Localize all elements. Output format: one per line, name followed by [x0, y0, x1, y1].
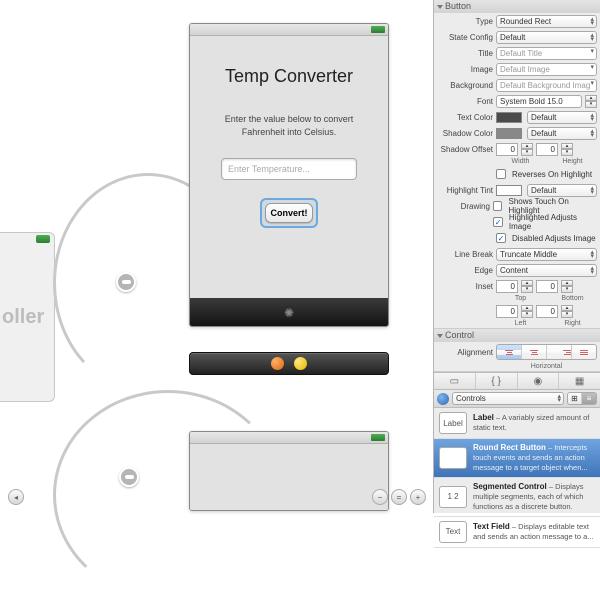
status-bar [190, 432, 388, 444]
library-filter-popup[interactable]: Controls▴▾ [452, 392, 564, 405]
horizontal-alignment-segment[interactable] [496, 344, 597, 360]
status-bar [190, 24, 388, 36]
library-item-desc: Round Rect Button – Intercepts touch eve… [473, 443, 595, 473]
library-list[interactable]: Label Label – A variably sized amount of … [434, 408, 600, 548]
highlight-tint-well[interactable] [496, 185, 522, 196]
zoom-in-button[interactable]: + [410, 489, 426, 505]
simulated-iphone-view[interactable]: Temp Converter Enter the value below to … [189, 23, 389, 327]
text-color-well[interactable] [496, 112, 522, 123]
file-template-tab[interactable]: ▭ [434, 373, 476, 389]
shadow-height-stepper[interactable]: ▴▾ [561, 143, 573, 156]
type-popup[interactable]: Rounded Rect▴▾ [496, 15, 597, 28]
disclosure-triangle-icon [437, 5, 443, 9]
shadow-width-field[interactable]: 0 [496, 143, 518, 156]
battery-icon [371, 434, 385, 441]
inset-bottom-field[interactable]: 0 [536, 280, 558, 293]
control-section-header[interactable]: Control [434, 329, 600, 342]
align-center-button[interactable] [522, 345, 547, 359]
canvas-toolbar: ◂ − = + [2, 489, 432, 507]
zoom-out-button[interactable]: − [372, 489, 388, 505]
text-color-popup[interactable]: Default▴▾ [527, 111, 597, 124]
inspector-panel: Button TypeRounded Rect▴▾ State ConfigDe… [433, 0, 600, 513]
library-item-thumb [439, 447, 467, 469]
view-body[interactable]: Temp Converter Enter the value below to … [190, 36, 388, 298]
convert-button[interactable]: Convert! [265, 203, 313, 223]
shadow-color-well[interactable] [496, 128, 522, 139]
object-library-tab[interactable]: ◉ [518, 373, 560, 389]
code-snippet-tab[interactable]: { } [476, 373, 518, 389]
tab-bar[interactable]: ✺ [190, 298, 388, 327]
line-break-popup[interactable]: Truncate Middle▴▾ [496, 248, 597, 261]
align-right-button[interactable] [547, 345, 572, 359]
library-item-desc: Segmented Control – Displays multiple se… [473, 482, 595, 512]
inset-top-field[interactable]: 0 [496, 280, 518, 293]
library-item-desc: Label – A variably sized amount of stati… [473, 413, 595, 433]
reverses-checkbox[interactable] [496, 169, 506, 179]
grid-view-button[interactable]: ⊞ [568, 393, 582, 404]
title-field[interactable]: Default Title▾ [496, 47, 597, 60]
align-fill-button[interactable] [572, 345, 596, 359]
selection-halo[interactable]: Convert! [260, 198, 318, 228]
library-item[interactable]: Text Text Field – Displays editable text … [434, 517, 600, 548]
shadow-width-stepper[interactable]: ▴▾ [521, 143, 533, 156]
battery-icon [371, 26, 385, 33]
disabled-adjusts-checkbox[interactable] [496, 233, 506, 243]
shadow-color-popup[interactable]: Default▴▾ [527, 127, 597, 140]
disclosure-triangle-icon [437, 334, 443, 338]
library-item-thumb: Label [439, 412, 467, 434]
app-title-label[interactable]: Temp Converter [190, 66, 388, 87]
library-icon [437, 393, 449, 405]
highlighted-adjusts-checkbox[interactable] [493, 217, 503, 227]
zoom-fit-button[interactable]: = [391, 489, 407, 505]
outline-toggle-button[interactable]: ◂ [8, 489, 24, 505]
inset-right-field[interactable]: 0 [536, 305, 558, 318]
storyboard-canvas[interactable]: oller Temp Converter Enter the value bel… [0, 0, 433, 513]
first-responder-icon[interactable] [271, 357, 284, 370]
list-view-button[interactable]: ≡ [582, 393, 596, 404]
media-library-tab[interactable]: ▦ [559, 373, 600, 389]
app-subtitle-label[interactable]: Enter the value below to convert Fahrenh… [190, 113, 388, 138]
library-view-mode[interactable]: ⊞≡ [567, 392, 597, 405]
inset-left-field[interactable]: 0 [496, 305, 518, 318]
segue-node[interactable] [116, 272, 136, 292]
highlight-tint-popup[interactable]: Default▴▾ [527, 184, 597, 197]
view-controller-partial[interactable]: oller [0, 232, 55, 402]
segue-node[interactable] [119, 467, 139, 487]
library-item-thumb: 1 2 [439, 486, 467, 508]
image-field[interactable]: Default Image▾ [496, 63, 597, 76]
shows-touch-checkbox[interactable] [493, 201, 503, 211]
brightness-icon: ✺ [284, 306, 294, 320]
library-item-desc: Text Field – Displays editable text and … [473, 522, 595, 542]
font-field[interactable]: System Bold 15.0 [496, 95, 582, 108]
state-config-popup[interactable]: Default▴▾ [496, 31, 597, 44]
shadow-height-field[interactable]: 0 [536, 143, 558, 156]
align-left-button[interactable] [497, 345, 522, 359]
controller-label: oller [2, 306, 44, 329]
library-item[interactable]: Round Rect Button – Intercepts touch eve… [434, 439, 600, 478]
edge-popup[interactable]: Content▴▾ [496, 264, 597, 277]
temperature-text-field[interactable]: Enter Temperature... [221, 158, 357, 180]
scene-dock[interactable] [189, 352, 389, 375]
battery-icon [36, 235, 50, 243]
font-stepper[interactable]: ▴▾ [585, 95, 597, 108]
library-item-thumb: Text [439, 521, 467, 543]
button-section-header[interactable]: Button [434, 0, 600, 13]
view-controller-icon[interactable] [294, 357, 307, 370]
background-field[interactable]: Default Background Imag▾ [496, 79, 597, 92]
library-item[interactable]: Label Label – A variably sized amount of … [434, 408, 600, 439]
library-item[interactable]: 1 2 Segmented Control – Displays multiple… [434, 478, 600, 517]
library-tabs[interactable]: ▭ { } ◉ ▦ [434, 372, 600, 390]
